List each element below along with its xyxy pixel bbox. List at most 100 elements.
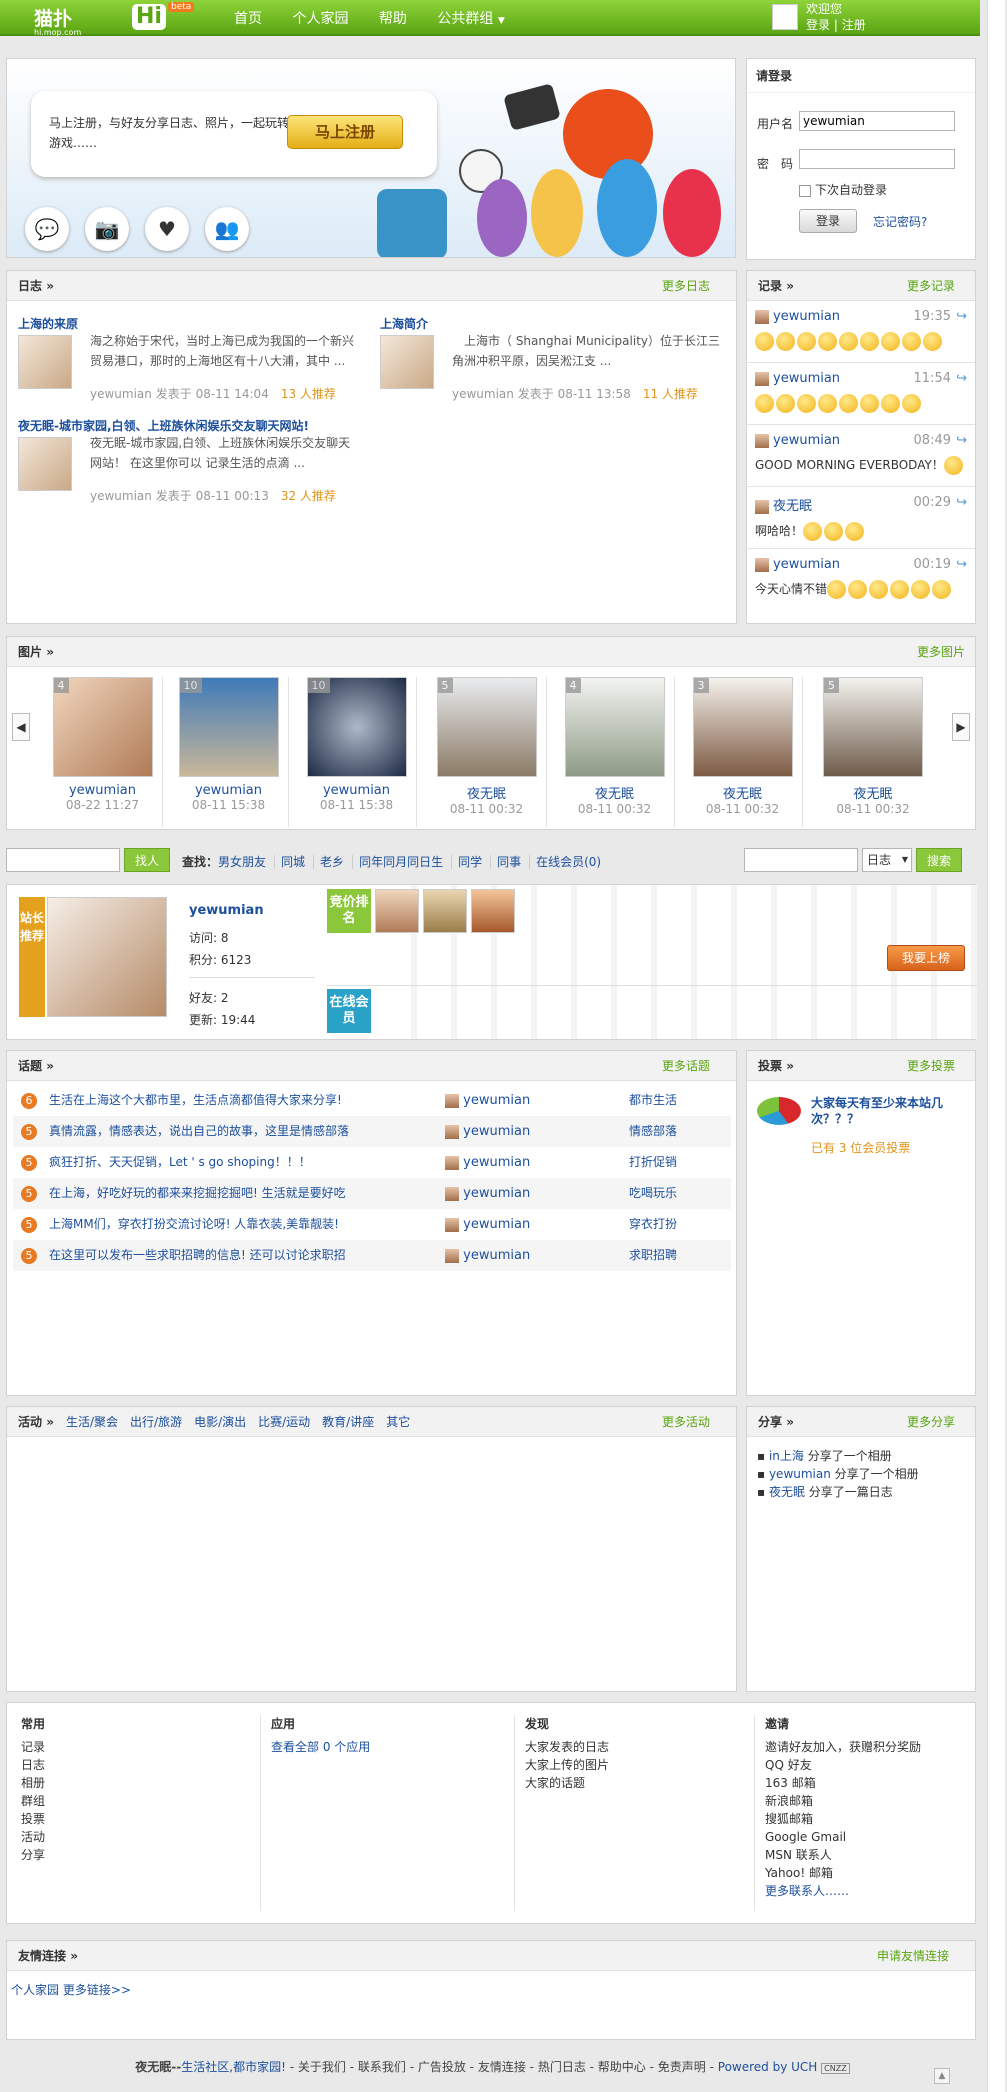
message-icon[interactable]: 💬 <box>25 207 69 251</box>
reply-arrow-icon[interactable]: ↪ <box>956 309 967 324</box>
more-diary-link[interactable]: 更多日志 <box>662 271 710 301</box>
photo-item[interactable]: 3 夜无眠 08-11 00:32 <box>683 677 803 827</box>
reply-arrow-icon[interactable]: ↪ <box>956 433 967 448</box>
apply-link-button[interactable]: 申请友情连接 <box>877 1941 949 1971</box>
topic-category[interactable]: 打折促销 <box>629 1147 677 1178</box>
rank-avatar[interactable] <box>375 889 419 933</box>
photo-item[interactable]: 5 夜无眠 08-11 00:32 <box>813 677 933 827</box>
photo-item[interactable]: 4 yewumian 08-22 11:27 <box>43 677 163 827</box>
register-now-button[interactable]: 马上注册 <box>287 115 403 149</box>
password-input[interactable] <box>799 149 955 169</box>
featured-photo[interactable] <box>47 897 167 1017</box>
topic-user[interactable]: yewumian <box>463 1093 530 1108</box>
people-icon[interactable]: 👥 <box>205 207 249 251</box>
back-to-top-icon[interactable]: ▲ <box>934 2068 950 2084</box>
username-input[interactable] <box>799 111 955 131</box>
photo-thumbnail[interactable]: 5 <box>823 677 923 777</box>
footer-nav-link[interactable]: 关于我们 <box>298 2060 346 2074</box>
topic-title[interactable]: 生活在上海这个大都市里，生活点滴都值得大家来分享! <box>49 1093 342 1107</box>
more-records-link[interactable]: 更多记录 <box>907 271 955 301</box>
photo-user[interactable]: 夜无眠 <box>683 783 802 802</box>
diary-item-title[interactable]: 上海的来原 <box>18 315 378 332</box>
footer-link[interactable]: Google Gmail <box>765 1828 965 1846</box>
record-user[interactable]: yewumian <box>773 433 840 448</box>
photo-item[interactable]: 10 yewumian 08-11 15:38 <box>169 677 289 827</box>
vote-question[interactable]: 大家每天有至少来本站几次？？？ <box>811 1095 961 1127</box>
diary-thumbnail[interactable] <box>380 335 434 389</box>
footer-nav-link[interactable]: 免责声明 <box>658 2060 706 2074</box>
photo-thumbnail[interactable]: 10 <box>306 677 407 777</box>
footer-link[interactable]: 大家发表的日志 <box>525 1738 754 1756</box>
vertical-scrollbar[interactable] <box>985 0 1007 2092</box>
nav-home[interactable]: 首页 <box>234 11 262 27</box>
topic-category[interactable]: 穿衣打扮 <box>629 1209 677 1240</box>
footer-nav-link[interactable]: 热门日志 <box>538 2060 586 2074</box>
nav-help[interactable]: 帮助 <box>379 11 407 27</box>
photo-user[interactable]: 夜无眠 <box>427 783 546 802</box>
register-link[interactable]: 注册 <box>842 18 866 32</box>
photo-item[interactable]: 5 夜无眠 08-11 00:32 <box>427 677 547 827</box>
footer-nav-link[interactable]: 广告投放 <box>418 2060 466 2074</box>
more-votes-link[interactable]: 更多投票 <box>907 1051 955 1081</box>
activity-category[interactable]: 其它 <box>386 1415 410 1429</box>
scrollbar-thumb[interactable] <box>987 0 1005 2092</box>
photo-thumbnail[interactable]: 10 <box>178 677 279 777</box>
footer-link[interactable]: 群组 <box>21 1792 260 1810</box>
photo-thumbnail[interactable]: 3 <box>692 677 793 777</box>
activity-category[interactable]: 生活/聚会 <box>66 1415 118 1429</box>
reply-arrow-icon[interactable]: ↪ <box>956 371 967 386</box>
topic-title[interactable]: 上海MM们，穿衣打扮交流讨论呀! 人靠衣装,美靠靓装! <box>49 1217 339 1231</box>
share-action[interactable]: 分享了一篇日志 <box>805 1485 893 1499</box>
diary-author[interactable]: yewumian <box>90 387 152 401</box>
search-button[interactable]: 搜索 <box>916 848 962 872</box>
photo-item[interactable]: 10 yewumian 08-11 15:38 <box>297 677 417 827</box>
photo-user[interactable]: 夜无眠 <box>555 783 674 802</box>
chevron-right-icon[interactable]: ▶ <box>952 713 970 741</box>
reply-arrow-icon[interactable]: ↪ <box>956 495 967 510</box>
search-type-select[interactable]: 日志 ▼ <box>862 848 912 872</box>
rank-avatar[interactable] <box>423 889 467 933</box>
footer-link[interactable]: 大家的话题 <box>525 1774 754 1792</box>
footer-link[interactable]: 日志 <box>21 1756 260 1774</box>
topic-title[interactable]: 在上海，好吃好玩的都来来挖掘挖掘吧! 生活就是要好吃 <box>49 1186 346 1200</box>
login-button[interactable]: 登录 <box>799 209 857 233</box>
search-link[interactable]: 同学 <box>458 855 492 869</box>
search-link[interactable]: 同事 <box>497 855 531 869</box>
footer-link[interactable]: 投票 <box>21 1810 260 1828</box>
footer-link[interactable]: 相册 <box>21 1774 260 1792</box>
reply-arrow-icon[interactable]: ↪ <box>956 557 967 572</box>
footer-link[interactable]: 搜狐邮箱 <box>765 1810 965 1828</box>
record-user[interactable]: 夜无眠 <box>773 499 812 514</box>
more-photos-link[interactable]: 更多图片 <box>917 637 965 667</box>
search-link[interactable]: 同年同月同日生 <box>359 855 453 869</box>
photo-thumbnail[interactable]: 4 <box>564 677 665 777</box>
photo-user[interactable]: 夜无眠 <box>813 783 933 802</box>
nav-groups[interactable]: 公共群组 ▼ <box>437 11 504 27</box>
friend-link[interactable]: 个人家园 <box>11 1983 59 1997</box>
topic-user[interactable]: yewumian <box>463 1186 530 1201</box>
topic-category[interactable]: 求职招聘 <box>629 1240 677 1271</box>
footer-link[interactable]: 更多联系人…… <box>765 1882 965 1900</box>
avatar[interactable] <box>772 4 798 30</box>
footer-nav-link[interactable]: 帮助中心 <box>598 2060 646 2074</box>
share-user[interactable]: 夜无眠 <box>769 1485 805 1499</box>
footer-nav-link[interactable]: 联系我们 <box>358 2060 406 2074</box>
photo-thumbnail[interactable]: 5 <box>436 677 537 777</box>
topic-user[interactable]: yewumian <box>463 1155 530 1170</box>
cnzz-badge[interactable]: CNZZ <box>821 2063 850 2074</box>
diary-thumbnail[interactable] <box>18 437 72 491</box>
featured-name[interactable]: yewumian <box>189 903 264 918</box>
footer-link[interactable]: 新浪邮箱 <box>765 1792 965 1810</box>
footer-link[interactable]: 163 邮箱 <box>765 1774 965 1792</box>
photo-user[interactable]: yewumian <box>169 783 288 798</box>
login-link[interactable]: 登录 <box>806 18 830 32</box>
topic-title[interactable]: 疯狂打折、天天促销，Let ' s go shoping！！！ <box>49 1155 311 1169</box>
powered-by[interactable]: Powered by UCH <box>718 2060 818 2074</box>
search-link[interactable]: 男女朋友 <box>218 855 276 869</box>
topic-title[interactable]: 在这里可以发布一些求职招聘的信息! 还可以讨论求职招 <box>49 1248 346 1262</box>
topic-category[interactable]: 吃喝玩乐 <box>629 1178 677 1209</box>
photo-item[interactable]: 4 夜无眠 08-11 00:32 <box>555 677 675 827</box>
remember-checkbox[interactable] <box>799 184 811 197</box>
chevron-left-icon[interactable]: ◀ <box>12 713 30 741</box>
activity-category[interactable]: 比赛/运动 <box>258 1415 310 1429</box>
